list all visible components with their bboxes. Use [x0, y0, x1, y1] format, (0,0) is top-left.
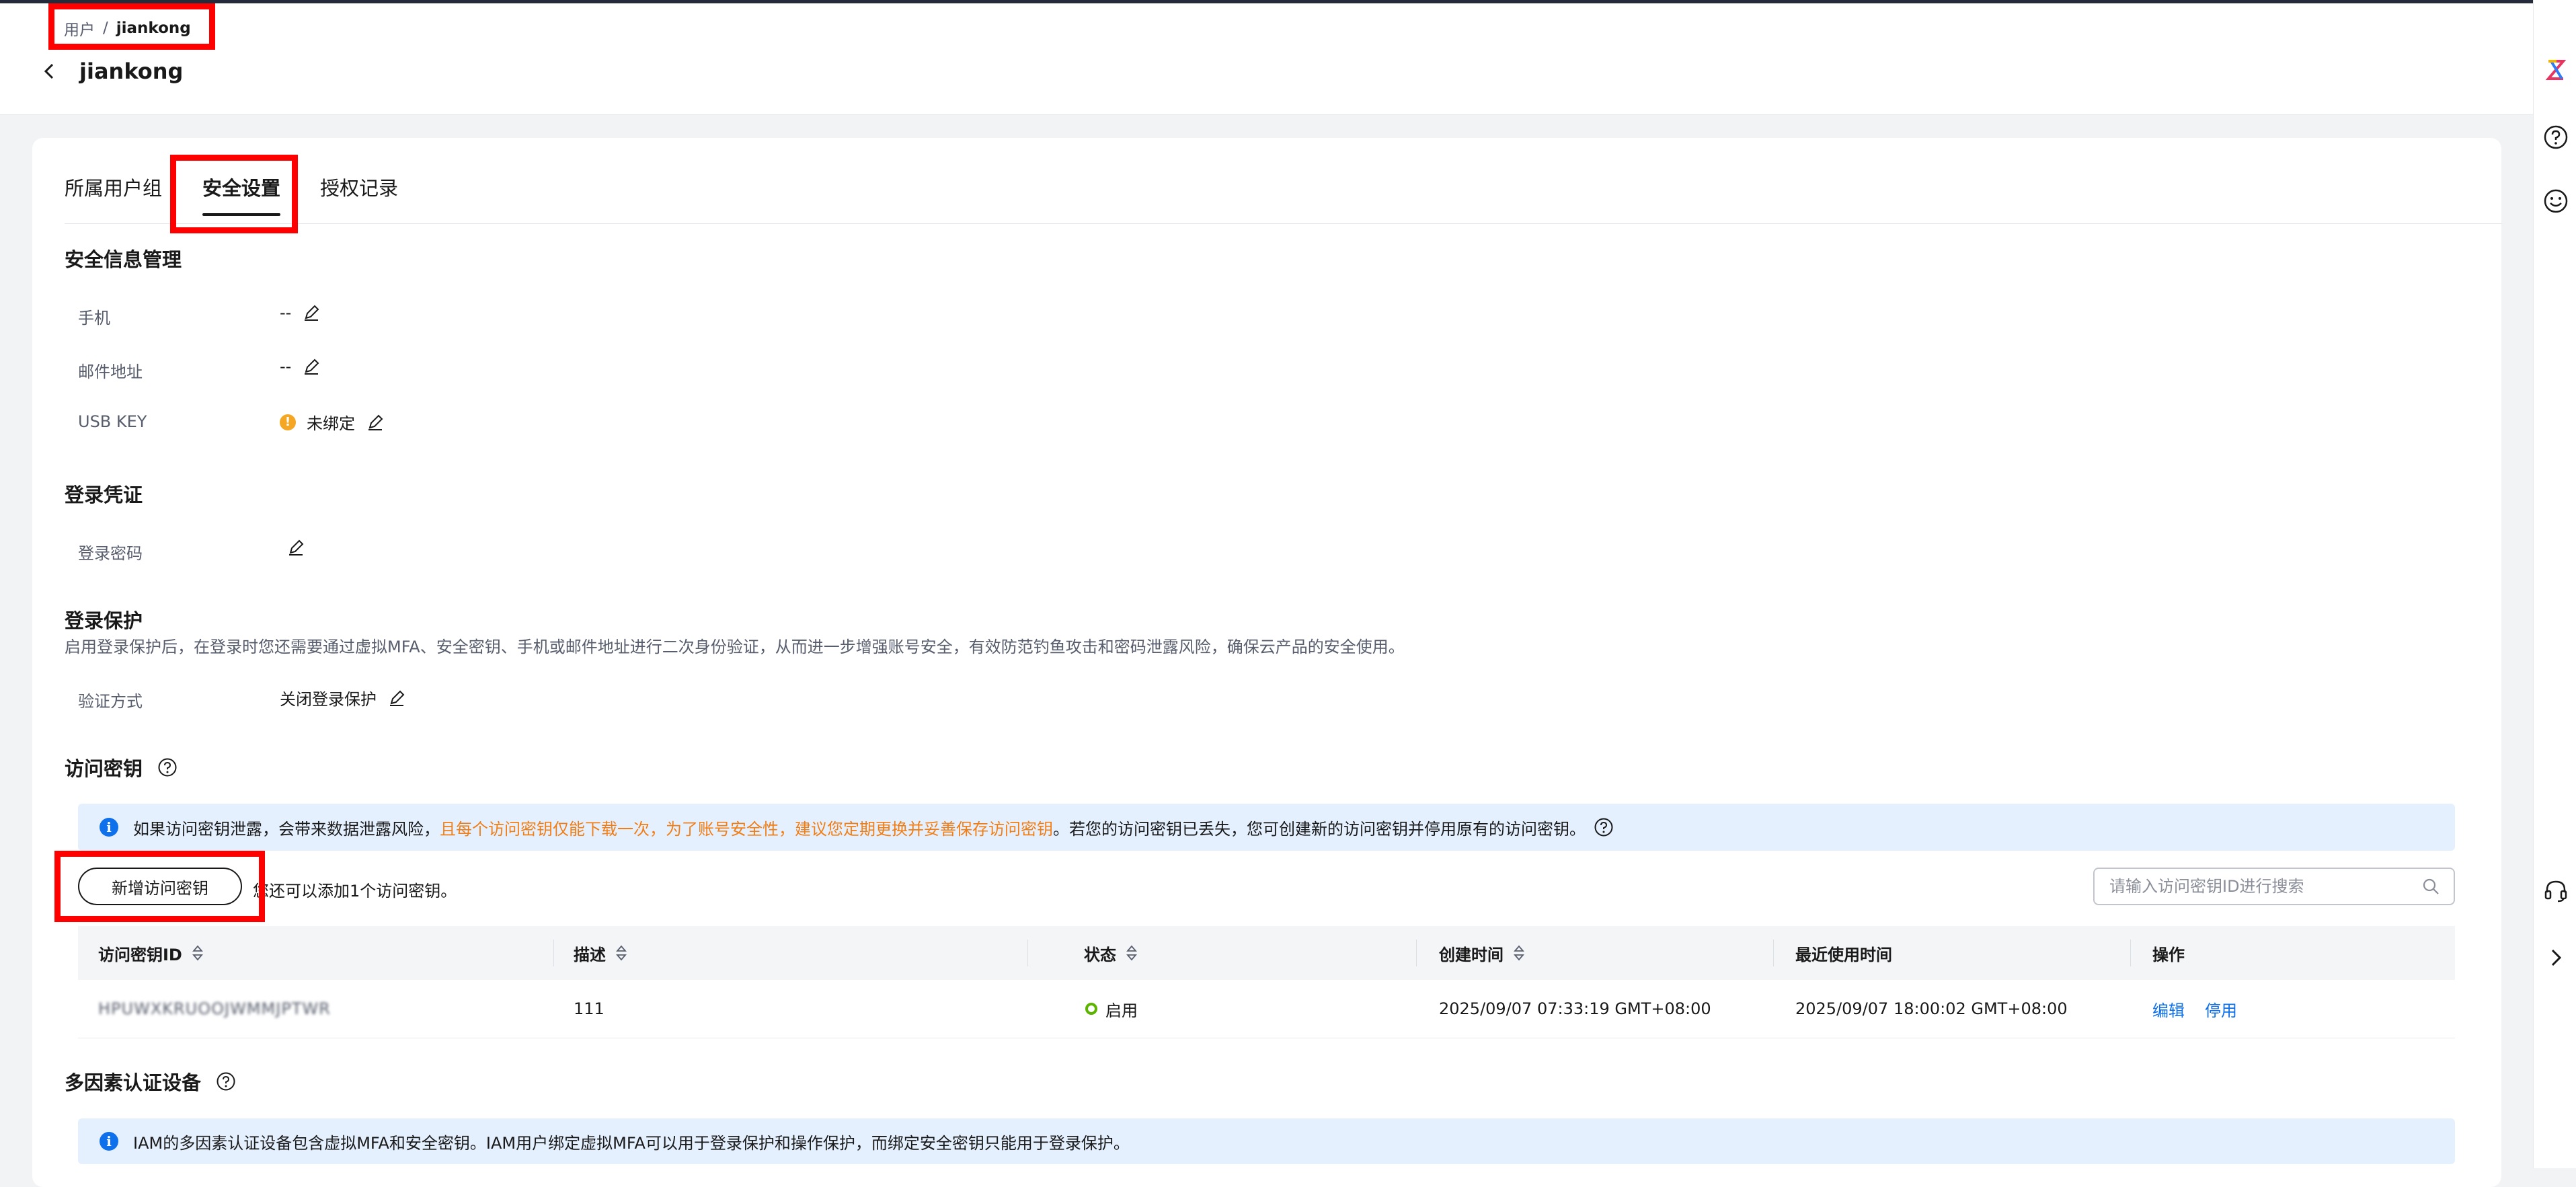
- mfa-info-text: IAM的多因素认证设备包含虚拟MFA和安全密钥。IAM用户绑定虚拟MFA可以用于…: [133, 1133, 1130, 1153]
- column-header-id[interactable]: 访问密钥ID: [98, 926, 204, 980]
- email-value: --: [280, 357, 292, 376]
- access-keys-info-suffix: 。若您的访问密钥已丢失，您可创建新的访问密钥并停用原有的访问密钥。: [1053, 819, 1586, 839]
- add-access-key-button[interactable]: 新增访问密钥: [78, 868, 242, 905]
- tab-authorization-records[interactable]: 授权记录: [320, 173, 398, 213]
- tab-security-settings[interactable]: 安全设置: [202, 173, 281, 216]
- access-keys-help-icon[interactable]: [157, 757, 178, 777]
- usbkey-value: 未绑定: [307, 414, 355, 433]
- section-login-credential-title: 登录凭证: [65, 484, 143, 506]
- access-key-last-used-cell: 2025/09/07 18:00:02 GMT+08:00: [1795, 999, 2068, 1018]
- section-access-keys-title: 访问密钥: [65, 757, 143, 780]
- section-security-info-title: 安全信息管理: [65, 248, 182, 271]
- column-header-created-label: 创建时间: [1439, 945, 1504, 964]
- access-keys-info-help-icon[interactable]: [1594, 817, 1614, 837]
- smile-icon[interactable]: [2543, 188, 2569, 214]
- access-keys-info-prefix: 如果访问密钥泄露，会带来数据泄露风险，: [133, 819, 440, 839]
- tab-bar: 所属用户组 安全设置 授权记录: [65, 173, 2502, 224]
- column-header-actions: 操作: [2152, 945, 2185, 964]
- email-label: 邮件地址: [78, 362, 143, 381]
- phone-value: --: [280, 303, 292, 322]
- password-edit-icon[interactable]: [286, 538, 305, 557]
- edit-access-key-link[interactable]: 编辑: [2152, 997, 2185, 1021]
- question-circle-icon[interactable]: [2543, 124, 2569, 150]
- email-edit-icon[interactable]: [302, 357, 321, 376]
- page-header: 用户 / jiankong jiankong: [0, 3, 2533, 115]
- tab-user-groups[interactable]: 所属用户组: [65, 173, 162, 213]
- disable-access-key-link[interactable]: 停用: [2205, 997, 2237, 1021]
- column-header-description[interactable]: 描述: [574, 926, 627, 980]
- search-icon[interactable]: [2421, 877, 2440, 896]
- chevron-right-icon[interactable]: [2543, 945, 2569, 970]
- access-key-description-cell: 111: [574, 999, 604, 1018]
- status-enabled-icon: [1085, 1003, 1097, 1015]
- back-arrow-icon[interactable]: [40, 62, 59, 81]
- verification-method-value: 关闭登录保护: [280, 690, 377, 709]
- login-protection-description: 启用登录保护后，在登录时您还需要通过虚拟MFA、安全密钥、手机或邮件地址进行二次…: [65, 638, 1405, 656]
- section-mfa-title: 多因素认证设备: [65, 1071, 202, 1094]
- column-header-id-label: 访问密钥ID: [98, 945, 182, 964]
- access-key-created-cell: 2025/09/07 07:33:19 GMT+08:00: [1439, 999, 1711, 1018]
- table-row: HPUWXKRUOOJWMMJPTWR 111 启用 2025/09/07 07…: [78, 980, 2455, 1038]
- access-key-search-input[interactable]: [2108, 876, 2421, 896]
- access-key-id-cell: HPUWXKRUOOJWMMJPTWR: [98, 999, 331, 1018]
- sort-icon[interactable]: [192, 944, 204, 962]
- mfa-help-icon[interactable]: [216, 1071, 236, 1092]
- breadcrumb-parent[interactable]: 用户: [64, 17, 95, 40]
- column-header-created[interactable]: 创建时间: [1439, 926, 1525, 980]
- breadcrumb-separator: /: [103, 20, 108, 37]
- password-label: 登录密码: [78, 544, 143, 563]
- column-header-description-label: 描述: [574, 945, 606, 964]
- column-header-status-label: 状态: [1084, 945, 1116, 964]
- verification-edit-icon[interactable]: [387, 689, 406, 707]
- info-icon: i: [100, 818, 118, 837]
- phone-label: 手机: [78, 309, 110, 328]
- usbkey-label: USB KEY: [78, 412, 147, 431]
- mfa-info-bar: i IAM的多因素认证设备包含虚拟MFA和安全密钥。IAM用户绑定虚拟MFA可以…: [78, 1118, 2455, 1164]
- sort-icon[interactable]: [615, 944, 627, 962]
- info-icon: i: [100, 1132, 118, 1151]
- section-login-protection-title: 登录保护: [65, 609, 143, 632]
- add-access-key-hint: 您还可以添加1个访问密钥。: [253, 882, 457, 901]
- headset-icon[interactable]: [2543, 878, 2569, 903]
- column-header-last-used: 最近使用时间: [1795, 945, 1892, 964]
- usbkey-edit-icon[interactable]: [366, 413, 385, 432]
- verification-method-label: 验证方式: [78, 692, 143, 711]
- sort-icon[interactable]: [1126, 944, 1138, 962]
- access-keys-table-header: 访问密钥ID 描述 状态 创建时间 最近使用时间 操作: [78, 926, 2455, 980]
- phone-edit-icon[interactable]: [302, 303, 321, 322]
- access-key-status-cell: 启用: [1105, 1001, 1138, 1020]
- breadcrumb-current: jiankong: [116, 20, 191, 37]
- warning-icon: !: [280, 414, 296, 430]
- brand-logo-icon[interactable]: [2543, 57, 2569, 83]
- access-keys-info-bar: i 如果访问密钥泄露，会带来数据泄露风险， 且每个访问密钥仅能下载一次，为了账号…: [78, 804, 2455, 851]
- access-keys-info-highlight: 且每个访问密钥仅能下载一次，为了账号安全性，建议您定期更换并妥善保存访问密钥: [440, 819, 1053, 839]
- access-key-search-box: [2093, 868, 2455, 905]
- page-title: jiankong: [79, 59, 184, 84]
- content-card: 所属用户组 安全设置 授权记录 安全信息管理 手机 -- 邮件地址 -- USB…: [32, 138, 2502, 1187]
- right-rail: [2533, 0, 2576, 1168]
- sort-icon[interactable]: [1513, 944, 1525, 962]
- breadcrumb: 用户 / jiankong: [64, 17, 191, 40]
- column-header-status[interactable]: 状态: [1084, 926, 1138, 980]
